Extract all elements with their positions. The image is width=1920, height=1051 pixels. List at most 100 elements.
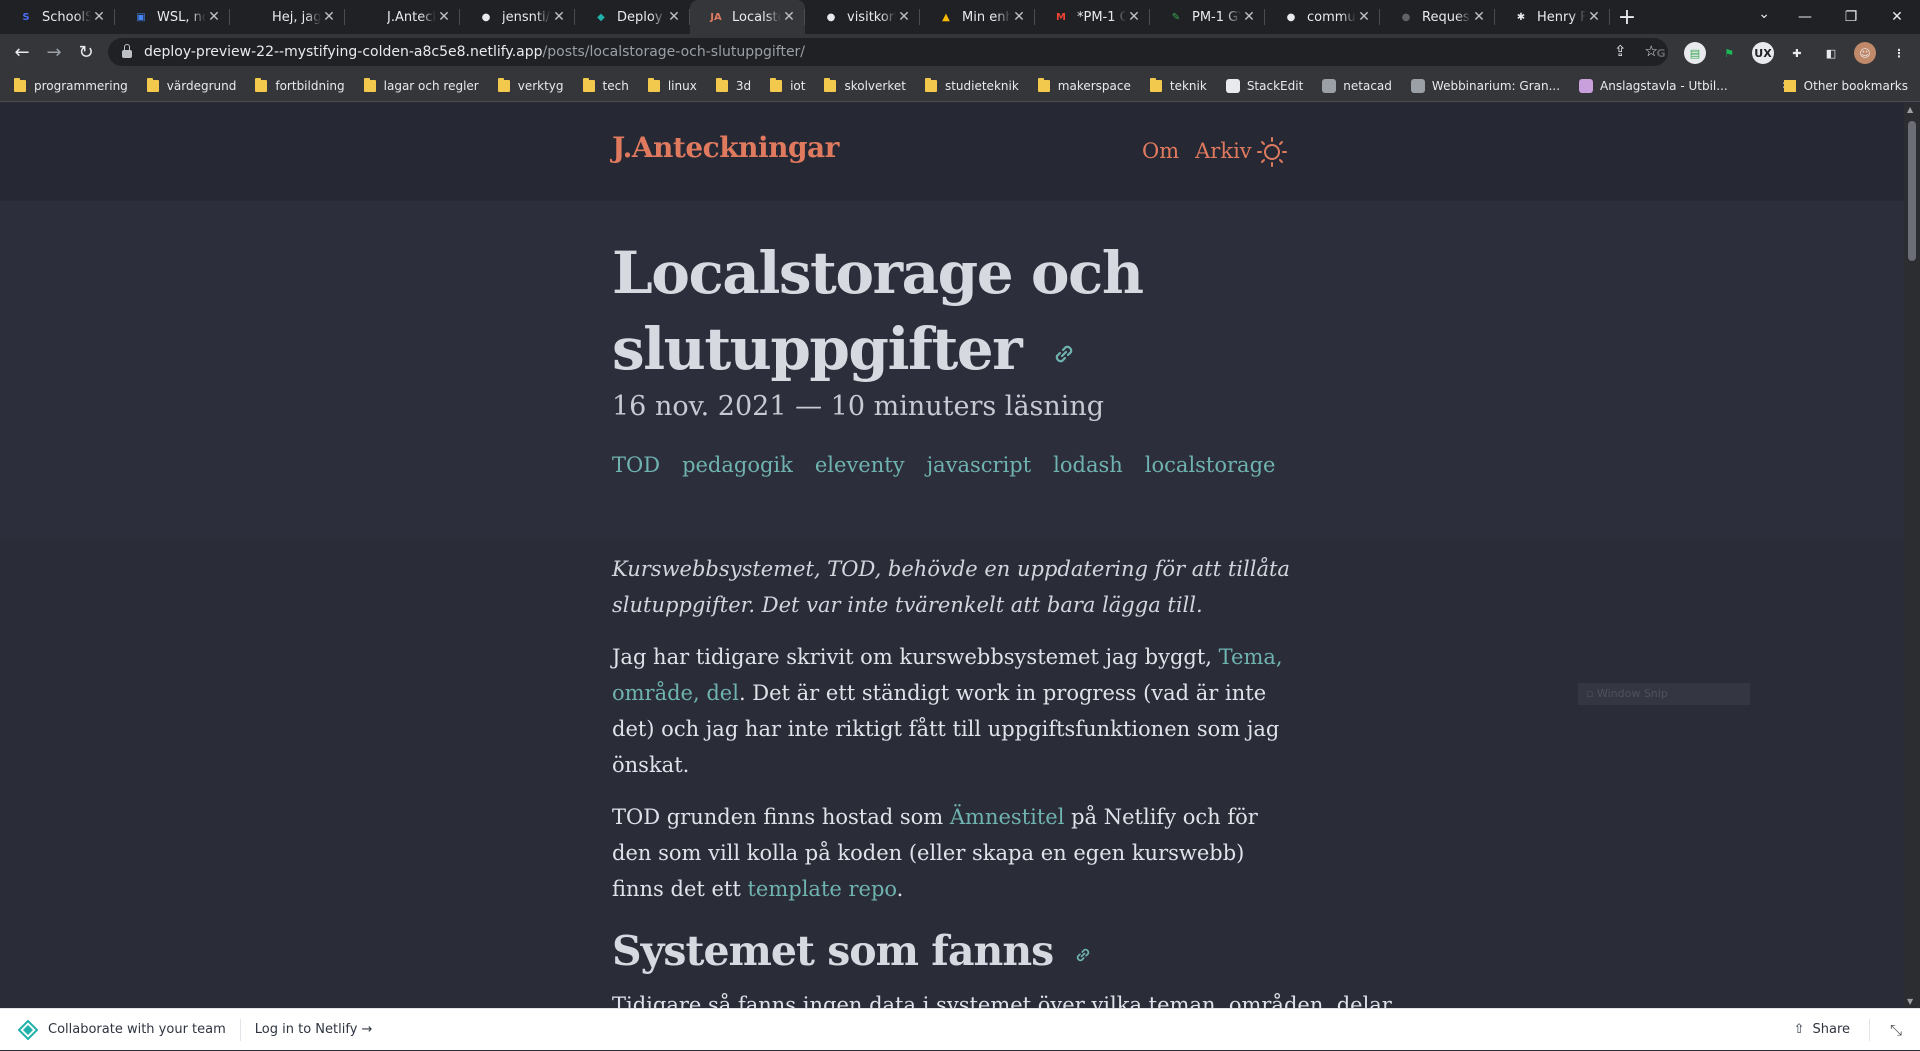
- browser-tab[interactable]: ✱ Henry Fro✕: [1495, 0, 1610, 34]
- ux-extension-icon[interactable]: UX: [1752, 42, 1774, 64]
- browser-tab[interactable]: ● visitkort/s✕: [805, 0, 920, 34]
- close-tab-icon[interactable]: ✕: [1356, 9, 1372, 25]
- tab-title: Min enhet: [962, 9, 1011, 25]
- page-scrollbar[interactable]: ▲ ▼: [1904, 103, 1920, 1008]
- bookmark-label: netacad: [1343, 78, 1392, 93]
- bookmark-folder[interactable]: verktyg: [497, 77, 564, 93]
- restore-icon[interactable]: ❐: [1828, 9, 1874, 25]
- browser-tab[interactable]: ▣ WSL, node✕: [115, 0, 230, 34]
- browser-tab[interactable]: S SchoolSoft✕: [0, 0, 115, 34]
- side-panel-icon[interactable]: ◧: [1820, 42, 1842, 64]
- bookmark-folder[interactable]: teknik: [1149, 77, 1207, 93]
- browser-tab[interactable]: [] J.Anteckningar✕: [345, 0, 460, 34]
- collapse-icon[interactable]: ⤡: [1890, 1021, 1902, 1039]
- nav-link-om[interactable]: Om: [1142, 139, 1179, 163]
- bookmark-link[interactable]: netacad: [1322, 78, 1392, 93]
- scrollbar-thumb[interactable]: [1908, 121, 1916, 261]
- bookmark-folder[interactable]: linux: [647, 77, 697, 93]
- browser-menu-icon[interactable]: ⋮: [1888, 42, 1910, 64]
- permalink-icon[interactable]: [1048, 338, 1080, 370]
- close-tab-icon[interactable]: ✕: [666, 9, 682, 25]
- close-tab-icon[interactable]: ✕: [1011, 9, 1027, 25]
- close-tab-icon[interactable]: ✕: [436, 9, 452, 25]
- bookmark-folder[interactable]: värdegrund: [146, 77, 236, 93]
- sheets-extension-icon[interactable]: ▤: [1684, 42, 1706, 64]
- address-bar[interactable]: deploy-preview-22--mystifying-colden-a8c…: [108, 38, 1668, 66]
- tab-title: J.Anteckningar: [387, 9, 436, 25]
- bookmark-link[interactable]: Anslagstavla - Utbil...: [1579, 78, 1728, 93]
- theme-toggle-sun-icon[interactable]: [1256, 136, 1288, 168]
- browser-tab[interactable]: JA Localstorage✕: [690, 0, 805, 34]
- bookmark-folder[interactable]: lagar och regler: [363, 77, 479, 93]
- inline-link-template-repo[interactable]: template repo: [747, 877, 896, 901]
- other-bookmarks-folder[interactable]: Other bookmarks: [1783, 79, 1908, 93]
- tag-link[interactable]: TOD: [612, 453, 660, 477]
- back-icon[interactable]: ←: [6, 42, 38, 63]
- tag-link[interactable]: localstorage: [1145, 453, 1276, 477]
- bookmark-folder[interactable]: skolverket: [824, 77, 906, 93]
- close-tab-icon[interactable]: ✕: [1241, 9, 1257, 25]
- close-tab-icon[interactable]: ✕: [1126, 9, 1142, 25]
- inline-link-amnestitel[interactable]: Ämnestitel: [950, 805, 1065, 829]
- bookmark-link[interactable]: StackEdit: [1225, 78, 1304, 93]
- tag-link[interactable]: eleventy: [815, 453, 905, 477]
- close-window-icon[interactable]: ✕: [1874, 9, 1920, 25]
- scroll-down-icon[interactable]: ▼: [1907, 997, 1913, 1006]
- close-tab-icon[interactable]: ✕: [321, 9, 337, 25]
- post-paragraph: TOD grunden finns hostad som Ämnestitel …: [612, 799, 1292, 907]
- post-tags: TOD pedagogik eleventy javascript lodash…: [612, 453, 1275, 477]
- tag-link[interactable]: lodash: [1053, 453, 1123, 477]
- forward-icon[interactable]: →: [38, 42, 70, 63]
- share-button[interactable]: ⇧ Share: [1794, 1022, 1850, 1037]
- tab-search-icon[interactable]: ⌄: [1758, 6, 1770, 22]
- browser-tab[interactable]: ● jensnti/jens✕: [460, 0, 575, 34]
- bookmark-label: StackEdit: [1246, 78, 1304, 93]
- reload-icon[interactable]: ↻: [70, 42, 102, 63]
- collaborate-button[interactable]: Collaborate with your team: [48, 1022, 226, 1037]
- bookmark-folder[interactable]: makerspace: [1037, 77, 1131, 93]
- bookmark-label: verktyg: [517, 78, 564, 93]
- share-page-icon[interactable]: ⇪: [1614, 42, 1627, 60]
- login-netlify-button[interactable]: Log in to Netlify →: [255, 1022, 373, 1037]
- bookmark-folder[interactable]: fortbildning: [255, 77, 345, 93]
- bookmark-folder[interactable]: studieteknik: [924, 77, 1019, 93]
- extensions-puzzle-icon[interactable]: ✚: [1786, 42, 1808, 64]
- browser-tab[interactable]: ● communi✕: [1265, 0, 1380, 34]
- nav-link-arkiv[interactable]: Arkiv: [1195, 139, 1252, 163]
- tag-link[interactable]: javascript: [927, 453, 1032, 477]
- browser-tab[interactable]: ▲ Min enhet✕: [920, 0, 1035, 34]
- close-tab-icon[interactable]: ✕: [91, 9, 107, 25]
- tag-link[interactable]: pedagogik: [682, 453, 793, 477]
- bookmark-folder[interactable]: programmering: [14, 77, 128, 93]
- close-tab-icon[interactable]: ✕: [551, 9, 567, 25]
- site-favicon-icon: [1579, 78, 1594, 93]
- paragraph-text: .: [896, 877, 904, 901]
- bookmark-folder[interactable]: 3d: [715, 77, 751, 93]
- minimize-icon[interactable]: —: [1782, 9, 1828, 25]
- close-tab-icon[interactable]: ✕: [206, 9, 222, 25]
- tab-title: Request a: [1422, 9, 1471, 25]
- lock-icon[interactable]: [122, 44, 132, 58]
- new-tab-button[interactable]: +: [1610, 5, 1644, 30]
- site-logo[interactable]: J.Anteckningar: [612, 131, 839, 164]
- permalink-icon[interactable]: [1071, 943, 1095, 967]
- browser-tab[interactable]: ◆ Deploy details✕: [575, 0, 690, 34]
- tab-title: Deploy details: [617, 9, 666, 25]
- close-tab-icon[interactable]: ✕: [896, 9, 912, 25]
- browser-tab[interactable]: ● Request a✕: [1380, 0, 1495, 34]
- browser-tab[interactable]: ✎ PM-1 GYA✕: [1150, 0, 1265, 34]
- flag-extension-icon[interactable]: ⚑: [1718, 42, 1740, 64]
- close-tab-icon[interactable]: ✕: [1586, 9, 1602, 25]
- bookmark-folder[interactable]: iot: [770, 77, 805, 93]
- bookmark-folder[interactable]: tech: [582, 77, 629, 93]
- scroll-up-icon[interactable]: ▲: [1907, 105, 1913, 114]
- browser-tab[interactable]: M *PM-1 GY✕: [1035, 0, 1150, 34]
- close-tab-icon[interactable]: ✕: [781, 9, 797, 25]
- post-title: Localstorage och slutuppgifter: [612, 235, 1332, 387]
- browser-tab[interactable]: [] Hej, jag heter✕: [230, 0, 345, 34]
- translate-extension-icon[interactable]: G: [1650, 42, 1672, 64]
- profile-avatar[interactable]: ☺: [1854, 42, 1876, 64]
- bookmark-link[interactable]: Webbinarium: Gran...: [1410, 78, 1560, 93]
- page-icon: []: [366, 11, 376, 23]
- close-tab-icon[interactable]: ✕: [1471, 9, 1487, 25]
